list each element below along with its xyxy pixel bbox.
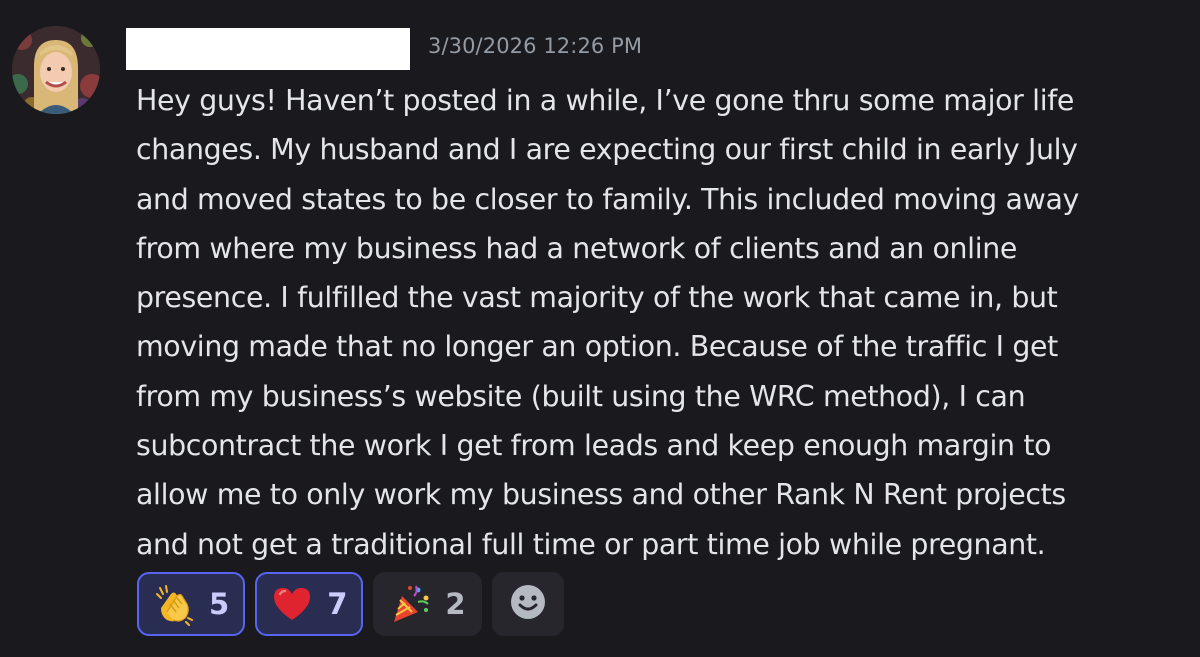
party-popper-icon xyxy=(387,581,433,627)
reaction-count: 7 xyxy=(327,587,348,621)
avatar[interactable] xyxy=(12,26,100,114)
clapping-hands-icon xyxy=(151,581,197,627)
avatar-image xyxy=(12,26,100,114)
reaction-count: 2 xyxy=(445,587,466,621)
reaction-red-heart[interactable]: 7 xyxy=(255,572,364,636)
red-heart-icon xyxy=(269,581,315,627)
add-reaction-button[interactable] xyxy=(491,572,564,636)
reaction-clapping-hands[interactable]: 5 xyxy=(137,572,246,636)
reaction-party-popper[interactable]: 2 xyxy=(373,572,482,636)
smiley-add-reaction-icon xyxy=(508,582,548,626)
message-content: Hey guys! Haven’t posted in a while, I’v… xyxy=(136,84,1079,561)
chat-message: 3/30/2026 12:26 PM Hey guys! Haven’t pos… xyxy=(0,0,1200,657)
username-redacted[interactable] xyxy=(126,28,410,70)
reactions-bar: 5 7 2 xyxy=(137,572,564,636)
reaction-count: 5 xyxy=(209,587,230,621)
message-timestamp: 3/30/2026 12:26 PM xyxy=(428,34,643,58)
